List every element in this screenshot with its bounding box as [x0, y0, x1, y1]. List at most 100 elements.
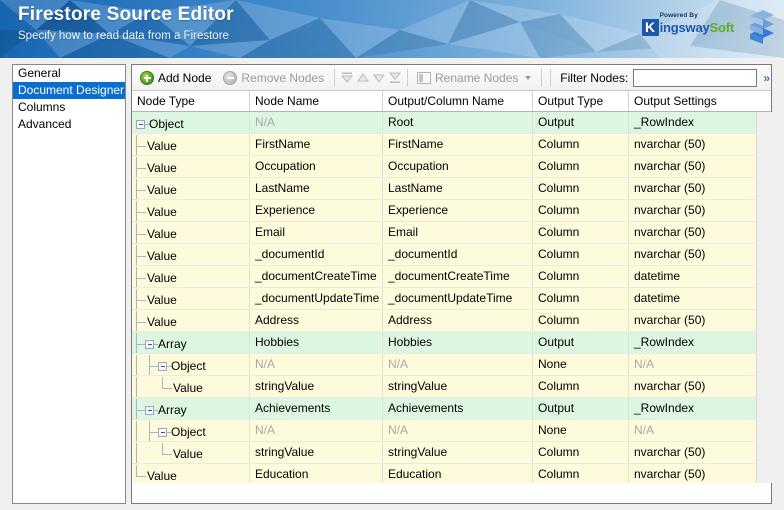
grid-body[interactable]: Object N/A Root Output _RowIndex Value FirstNa… [132, 112, 771, 483]
editor-page-list[interactable]: General Document Designer Columns Advanc… [12, 64, 126, 504]
cell-node-name[interactable]: N/A [250, 420, 383, 441]
cell-output-settings[interactable]: _RowIndex [629, 332, 768, 353]
cell-output-column-name[interactable]: _documentCreateTime [383, 266, 533, 287]
table-row[interactable]: Value _documentId _documentId Column nvarcha… [132, 244, 771, 266]
table-row[interactable]: Value stringValue stringValue Column nvarcha… [132, 376, 771, 398]
cell-node-name[interactable]: _documentCreateTime [250, 266, 383, 287]
table-row[interactable]: Value Education Education Column nvarchar (5… [132, 464, 771, 483]
cell-output-column-name[interactable]: N/A [383, 420, 533, 441]
cell-output-type[interactable]: Column [533, 134, 629, 155]
cell-node-type[interactable]: Object [132, 112, 250, 133]
tree-collapse-icon[interactable] [158, 427, 167, 437]
cell-output-settings[interactable]: nvarchar (50) [629, 134, 768, 155]
cell-node-type[interactable]: Value [132, 178, 250, 199]
cell-output-type[interactable]: Column [533, 156, 629, 177]
column-header-output-type[interactable]: Output Type [533, 91, 629, 111]
table-row[interactable]: Object N/A Root Output _RowIndex [132, 112, 771, 134]
column-header-node-name[interactable]: Node Name [250, 91, 383, 111]
cell-output-column-name[interactable]: stringValue [383, 376, 533, 397]
cell-node-name[interactable]: N/A [250, 112, 383, 133]
cell-output-settings[interactable]: N/A [629, 354, 768, 375]
cell-node-name[interactable]: Hobbies [250, 332, 383, 353]
cell-output-column-name[interactable]: _documentUpdateTime [383, 288, 533, 309]
cell-node-name[interactable]: stringValue [250, 376, 383, 397]
cell-output-column-name[interactable]: Address [383, 310, 533, 331]
cell-output-column-name[interactable]: Education [383, 464, 533, 483]
sidebar-item-general[interactable]: General [13, 65, 125, 82]
cell-output-type[interactable]: Column [533, 266, 629, 287]
cell-node-name[interactable]: Experience [250, 200, 383, 221]
tree-collapse-icon[interactable] [145, 339, 154, 349]
grid-vertical-scrollbar[interactable] [756, 112, 772, 483]
sidebar-item-document-designer[interactable]: Document Designer [13, 82, 125, 99]
cell-output-type[interactable]: Output [533, 112, 629, 133]
table-row[interactable]: Value FirstName FirstName Column nvarchar (5… [132, 134, 771, 156]
cell-output-settings[interactable]: nvarchar (50) [629, 222, 768, 243]
chevron-down-icon[interactable] [525, 75, 532, 80]
cell-node-type[interactable]: Value [132, 376, 250, 397]
cell-output-settings[interactable]: N/A [629, 420, 768, 441]
cell-output-column-name[interactable]: stringValue [383, 442, 533, 463]
cell-output-column-name[interactable]: N/A [383, 354, 533, 375]
table-row[interactable]: Value Address Address Column nvarchar (50) [132, 310, 771, 332]
cell-node-type[interactable]: Value [132, 288, 250, 309]
move-to-top-button[interactable] [339, 68, 355, 88]
cell-node-name[interactable]: FirstName [250, 134, 383, 155]
cell-output-settings[interactable]: nvarchar (50) [629, 442, 768, 463]
cell-output-column-name[interactable]: FirstName [383, 134, 533, 155]
cell-node-type[interactable]: Value [132, 244, 250, 265]
cell-node-name[interactable]: Education [250, 464, 383, 483]
cell-output-type[interactable]: None [533, 354, 629, 375]
cell-output-settings[interactable]: nvarchar (50) [629, 178, 768, 199]
table-row[interactable]: Value LastName LastName Column nvarchar (50) [132, 178, 771, 200]
cell-output-column-name[interactable]: Root [383, 112, 533, 133]
table-row[interactable]: Value _documentCreateTime _documentCreateT… [132, 266, 771, 288]
cell-output-type[interactable]: Column [533, 178, 629, 199]
column-header-output-column-name[interactable]: Output/Column Name [383, 91, 533, 111]
cell-output-type[interactable]: Column [533, 222, 629, 243]
cell-output-column-name[interactable]: LastName [383, 178, 533, 199]
cell-output-settings[interactable]: nvarchar (50) [629, 200, 768, 221]
cell-output-type[interactable]: Column [533, 244, 629, 265]
cell-output-column-name[interactable]: Hobbies [383, 332, 533, 353]
cell-node-type[interactable]: Value [132, 442, 250, 463]
cell-output-column-name[interactable]: Experience [383, 200, 533, 221]
cell-output-type[interactable]: Column [533, 200, 629, 221]
table-row[interactable]: Value Experience Experience Column nvarchar … [132, 200, 771, 222]
cell-node-name[interactable]: Address [250, 310, 383, 331]
add-node-button[interactable]: Add Node [134, 67, 217, 89]
cell-output-settings[interactable]: nvarchar (50) [629, 376, 768, 397]
cell-node-name[interactable]: Email [250, 222, 383, 243]
cell-node-name[interactable]: _documentUpdateTime [250, 288, 383, 309]
table-row[interactable]: Value Occupation Occupation Column nvarchar … [132, 156, 771, 178]
filter-nodes-input[interactable] [633, 68, 758, 87]
scrollbar-track[interactable] [757, 112, 772, 483]
move-to-bottom-button[interactable] [387, 68, 403, 88]
cell-node-type[interactable]: Object [132, 420, 250, 441]
table-row[interactable]: Value Email Email Column nvarchar (50) [132, 222, 771, 244]
cell-output-type[interactable]: Column [533, 442, 629, 463]
table-row[interactable]: Object N/A N/A None N/A [132, 420, 771, 442]
cell-node-name[interactable]: Occupation [250, 156, 383, 177]
cell-output-type[interactable]: Output [533, 398, 629, 419]
cell-output-column-name[interactable]: _documentId [383, 244, 533, 265]
move-down-button[interactable] [371, 68, 387, 88]
cell-output-settings[interactable]: nvarchar (50) [629, 156, 768, 177]
table-row[interactable]: Value stringValue stringValue Column nvarcha… [132, 442, 771, 464]
tree-collapse-icon[interactable] [158, 361, 167, 371]
cell-output-settings[interactable]: nvarchar (50) [629, 244, 768, 265]
cell-node-type[interactable]: Value [132, 266, 250, 287]
cell-node-type[interactable]: Array [132, 398, 250, 419]
cell-node-type[interactable]: Value [132, 310, 250, 331]
cell-output-settings[interactable]: nvarchar (50) [629, 464, 768, 483]
remove-nodes-button[interactable]: Remove Nodes [217, 67, 330, 89]
move-up-button[interactable] [355, 68, 371, 88]
cell-node-name[interactable]: _documentId [250, 244, 383, 265]
cell-node-type[interactable]: Value [132, 222, 250, 243]
cell-node-name[interactable]: LastName [250, 178, 383, 199]
table-row[interactable]: Value _documentUpdateTime _documentUpdateT… [132, 288, 771, 310]
cell-output-settings[interactable]: datetime [629, 288, 768, 309]
cell-output-settings[interactable]: datetime [629, 266, 768, 287]
cell-node-type[interactable]: Value [132, 200, 250, 221]
cell-node-type[interactable]: Object [132, 354, 250, 375]
